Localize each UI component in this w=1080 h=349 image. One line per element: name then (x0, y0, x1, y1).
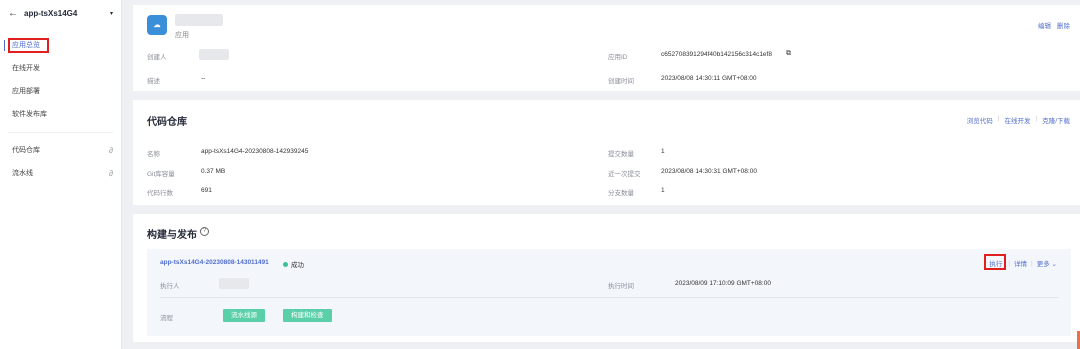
app-actions: 编辑 删除 (1038, 20, 1070, 30)
git-size-value: 0.37 MB (201, 168, 226, 175)
panel-divider (160, 297, 1058, 298)
created-value: 2023/08/08 14:30:11 GMT+08:00 (661, 75, 757, 82)
desc-value: -- (201, 75, 206, 82)
sidebar-item-label: 流水线 (12, 170, 33, 177)
repo-actions: 浏览代码 | 在线开发 | 克隆/下载 (967, 115, 1070, 125)
stage-source[interactable]: 流水线源 (223, 309, 265, 322)
more-dropdown[interactable]: 更多 ⌄ (1037, 258, 1057, 268)
desc-label: 描述 (147, 78, 160, 85)
created-label: 创建时间 (608, 78, 634, 85)
repo-name-label: 名称 (147, 151, 160, 158)
sidebar-item-label: 应用部署 (12, 88, 40, 95)
execute-button[interactable]: 执行 (984, 254, 1007, 270)
sidebar-item-release-repo[interactable]: 软件发布库 (0, 103, 121, 126)
sidebar: ← app-tsXs14G4 ▾ 应用总览 在线开发 应用部署 软件发布库 代码… (0, 0, 122, 349)
status-text: 成功 (291, 262, 304, 269)
app-id-value: c652708391294f40b142156c314c1ef8 (661, 51, 772, 58)
build-release-card: 构建与发布 ? app-tsXs14G4-20230808-143011491 … (133, 214, 1080, 342)
flow-label: 流程 (160, 315, 173, 322)
last-commit-label: 近一次提交 (608, 171, 641, 178)
stage-build-check[interactable]: 构建和检查 (283, 309, 332, 322)
clone-download-link[interactable]: 克隆/下载 (1042, 115, 1070, 125)
online-dev-link[interactable]: 在线开发 (1004, 115, 1030, 125)
pipeline-run-link[interactable]: app-tsXs14G4-20230808-143011491 (160, 259, 269, 266)
executor-redacted (219, 278, 249, 289)
more-label: 更多 (1036, 261, 1050, 268)
app-name-redacted (175, 14, 223, 26)
sidebar-divider (8, 132, 113, 133)
status-badge: 成功 (283, 259, 304, 269)
edit-link[interactable]: 编辑 (1038, 20, 1051, 30)
exec-time-label: 执行时间 (608, 283, 634, 290)
app-cloud-icon: ☁ (147, 15, 167, 35)
copy-icon[interactable]: ⧉ (786, 50, 791, 58)
sidebar-item-overview[interactable]: 应用总览 (0, 34, 121, 57)
delete-link[interactable]: 删除 (1057, 20, 1070, 30)
question-circle-icon[interactable]: ? (200, 227, 209, 236)
sidebar-item-label: 代码仓库 (12, 147, 40, 154)
code-lines-label: 代码行数 (147, 190, 173, 197)
app-type: 应用 (175, 32, 189, 39)
sidebar-link-code-repo[interactable]: 代码仓库 ∂ (0, 139, 121, 162)
link-icon: ∂ (109, 146, 113, 155)
app-selector[interactable]: ← app-tsXs14G4 ▾ (0, 0, 121, 26)
details-link[interactable]: 详情 (1014, 258, 1027, 268)
executor-label: 执行人 (160, 283, 180, 290)
repo-name-value: app-tsXs14G4-20230808-142939245 (201, 148, 309, 155)
sidebar-link-pipeline[interactable]: 流水线 ∂ (0, 162, 121, 185)
browse-code-link[interactable]: 浏览代码 (967, 115, 993, 125)
highlight-box (984, 254, 1007, 270)
creator-redacted (199, 49, 229, 60)
separator: | (1008, 259, 1011, 267)
chevron-down-icon[interactable]: ▾ (110, 10, 113, 17)
highlight-box (8, 38, 49, 53)
build-card-title: 构建与发布 (147, 230, 197, 241)
code-repo-card: 代码仓库 浏览代码 | 在线开发 | 克隆/下载 名称 app-tsXs14G4… (133, 100, 1080, 205)
commits-label: 提交数量 (608, 151, 634, 158)
sidebar-item-online-dev[interactable]: 在线开发 (0, 57, 121, 80)
chevron-down-icon: ⌄ (1051, 261, 1057, 268)
separator: | (997, 115, 1000, 122)
sidebar-item-deploy[interactable]: 应用部署 (0, 80, 121, 103)
last-commit-value: 2023/08/08 14:30:31 GMT+08:00 (661, 168, 757, 175)
separator: | (1035, 115, 1038, 122)
branches-value: 1 (661, 187, 665, 194)
pipeline-run-panel: app-tsXs14G4-20230808-143011491 成功 执行 | … (147, 249, 1071, 336)
app-name: app-tsXs14G4 (24, 8, 78, 18)
git-size-label: Git库容量 (147, 171, 175, 178)
commits-value: 1 (661, 148, 665, 155)
success-dot-icon (283, 261, 288, 267)
link-icon: ∂ (109, 169, 113, 178)
separator: | (1031, 259, 1033, 267)
run-actions: 执行 | 详情 | 更多 ⌄ (984, 254, 1057, 270)
sidebar-item-label: 软件发布库 (12, 111, 47, 118)
arrow-left-icon[interactable]: ← (8, 8, 18, 19)
app-info-card: ☁ 应用 编辑 删除 创建人 描述 -- 应用ID c652708391294f… (133, 5, 1080, 91)
sidebar-item-label: 在线开发 (12, 65, 40, 72)
repo-card-title: 代码仓库 (147, 117, 187, 128)
exec-time-value: 2023/08/09 17:10:09 GMT+08:00 (675, 280, 771, 287)
code-lines-value: 691 (201, 187, 212, 194)
app-id-label: 应用ID (608, 54, 628, 61)
branches-label: 分支数量 (608, 190, 634, 197)
creator-label: 创建人 (147, 54, 167, 61)
